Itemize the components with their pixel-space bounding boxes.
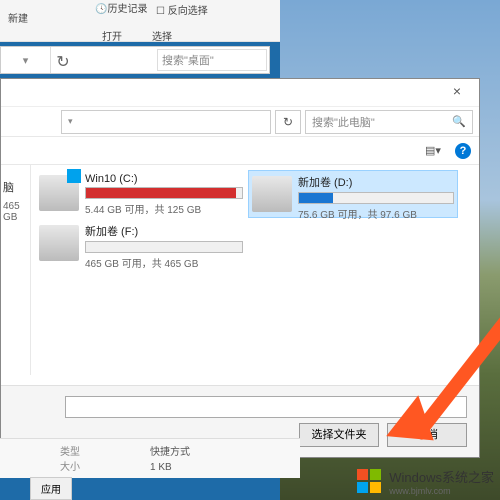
breadcrumb-dropdown-icon[interactable]: ▾	[62, 116, 79, 127]
drive-item[interactable]: 新加卷 (D:) 75.6 GB 可用，共 97.6 GB	[248, 170, 458, 218]
refresh-button[interactable]: ↻	[275, 110, 301, 134]
nav-sidebar: 脑 465 GB	[1, 165, 31, 375]
dialog-toolbar: ▤▾ ?	[1, 137, 479, 165]
parent-address-bar: ▾ ↻ 搜索"桌面"	[0, 46, 270, 74]
search-icon: 🔍	[452, 115, 466, 128]
ribbon-open-label: 打开	[102, 28, 122, 43]
drive-stats: 75.6 GB 可用，共 97.6 GB	[298, 206, 454, 221]
ribbon: 新建 🕓历史记录 ☐ 反向选择 打开 选择	[0, 0, 280, 42]
dialog-address-bar: ▾ ↻ 搜索"此电脑" 🔍	[1, 107, 479, 137]
watermark: Windows系统之家 www.bjmlv.com	[357, 467, 494, 496]
ribbon-new[interactable]: 新建	[8, 10, 28, 25]
windows-logo-icon	[357, 469, 383, 495]
folder-name-input[interactable]	[65, 396, 467, 418]
drive-name: Win10 (C:)	[85, 173, 243, 185]
view-mode-button[interactable]: ▤▾	[419, 141, 447, 161]
refresh-parent[interactable]: ↻	[51, 47, 75, 72]
drive-icon	[39, 225, 79, 261]
ribbon-history[interactable]: 🕓历史记录	[95, 0, 147, 15]
details-pane: 类型快捷方式 大小1 KB	[0, 438, 300, 478]
drive-stats: 5.44 GB 可用，共 125 GB	[85, 201, 243, 216]
ribbon-invert[interactable]: ☐ 反向选择	[156, 2, 208, 17]
folder-browse-dialog: × ▾ ↻ 搜索"此电脑" 🔍 ▤▾ ? 脑 465 GB Win10 (C:)…	[0, 78, 480, 458]
drive-name: 新加卷 (D:)	[298, 174, 454, 190]
app-tab[interactable]: 应用	[30, 477, 72, 500]
nav-dropdown[interactable]: ▾	[1, 47, 51, 73]
drive-icon	[39, 175, 79, 211]
drive-item[interactable]: Win10 (C:) 5.44 GB 可用，共 125 GB	[36, 170, 246, 218]
drive-icon	[252, 176, 292, 212]
sidebar-item-computer[interactable]: 脑	[1, 175, 30, 199]
parent-search-box[interactable]: 搜索"桌面"	[157, 49, 267, 71]
help-icon[interactable]: ?	[455, 143, 471, 159]
drive-usage-bar	[298, 192, 454, 204]
drive-stats: 465 GB 可用，共 465 GB	[85, 255, 243, 270]
dialog-body: 脑 465 GB Win10 (C:) 5.44 GB 可用，共 125 GB 新加…	[1, 165, 479, 375]
cancel-button[interactable]: 取消	[387, 423, 467, 447]
drive-usage-bar	[85, 241, 243, 253]
dialog-titlebar: ×	[1, 79, 479, 107]
drive-item[interactable]: 新加卷 (F:) 465 GB 可用，共 465 GB	[36, 220, 246, 268]
ribbon-select-label: 选择	[152, 28, 172, 43]
search-placeholder: 搜索"此电脑"	[312, 114, 375, 130]
breadcrumb[interactable]: ▾	[61, 110, 271, 134]
drive-usage-bar	[85, 187, 243, 199]
dialog-search-box[interactable]: 搜索"此电脑" 🔍	[305, 110, 473, 134]
drive-name: 新加卷 (F:)	[85, 223, 243, 239]
watermark-text: Windows系统之家	[389, 470, 494, 485]
close-button[interactable]: ×	[435, 79, 479, 105]
drives-panel: Win10 (C:) 5.44 GB 可用，共 125 GB 新加卷 (D:) 75.…	[31, 165, 479, 375]
select-folder-button[interactable]: 选择文件夹	[299, 423, 379, 447]
watermark-url: www.bjmlv.com	[389, 486, 494, 496]
sidebar-free-space: 465 GB	[1, 199, 30, 225]
